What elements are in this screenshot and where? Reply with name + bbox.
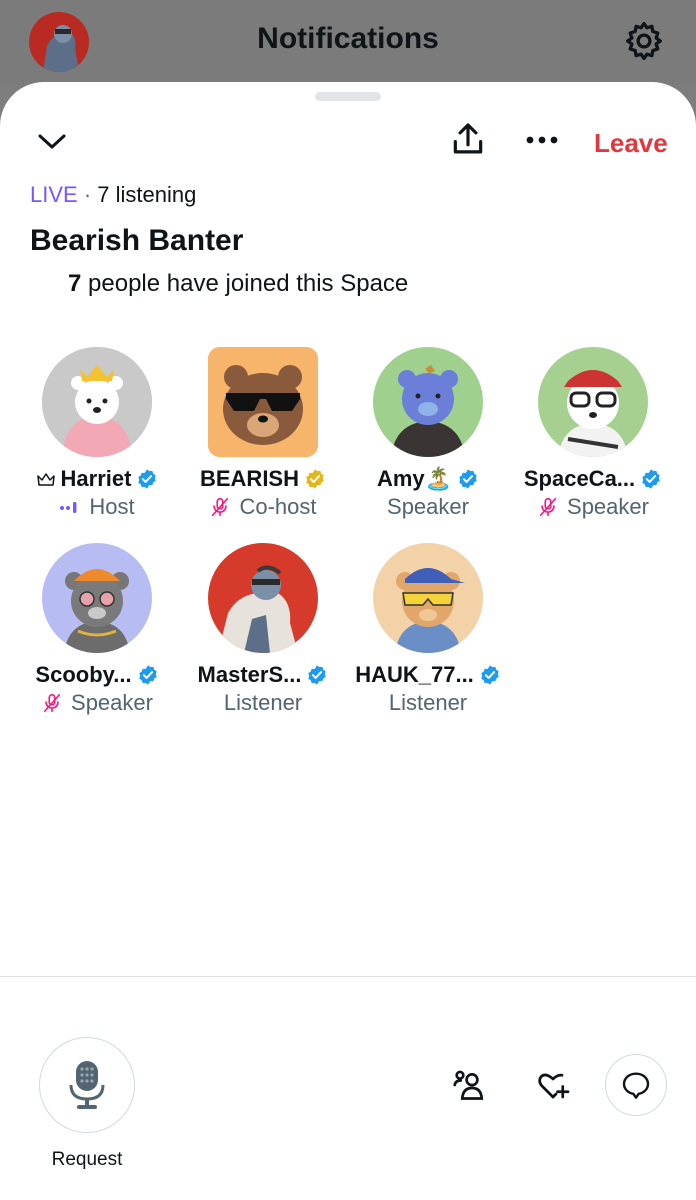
participant-name: Harriet [60, 466, 132, 491]
space-sheet: Leave LIVE · 7 listening Bearish Banter … [0, 82, 696, 1200]
microphone-icon [69, 1061, 105, 1109]
gear-icon[interactable] [622, 19, 666, 63]
live-status: LIVE · 7 listening [30, 182, 196, 208]
leave-button[interactable]: Leave [594, 128, 668, 159]
participant-role-row: Listener [345, 689, 511, 717]
speaking-icon [60, 502, 77, 513]
participant-role-row: Speaker [510, 493, 676, 521]
participant-role: Speaker [71, 690, 153, 715]
participant-name-row: Amy🏝️ [345, 465, 511, 493]
more-icon[interactable] [520, 126, 564, 154]
participant-role: Host [89, 494, 135, 519]
participant-role: Speaker [387, 494, 469, 519]
mic-muted-icon [212, 497, 229, 517]
participant-name: Amy🏝️ [376, 466, 453, 491]
participant-role-row: Speaker [345, 493, 511, 521]
top-bar: Notifications [0, 0, 696, 84]
participant-role-row: Co-host [180, 493, 346, 521]
divider [0, 976, 696, 977]
verified-badge-icon [459, 469, 477, 489]
joined-summary: 7 people have joined this Space [68, 270, 408, 298]
verified-badge-icon [481, 665, 499, 685]
avatar [42, 347, 152, 457]
heart-plus-icon[interactable] [530, 1062, 576, 1108]
verified-badge-icon [306, 469, 324, 489]
participant-scooby[interactable]: Scooby... Speaker [14, 543, 180, 717]
participant-harriet[interactable]: Harriet Host [14, 347, 180, 521]
participant-role: Speaker [567, 494, 649, 519]
participant-name: HAUK_77... [355, 662, 474, 687]
participant-amy[interactable]: Amy🏝️ Speaker [345, 347, 511, 521]
participant-role: Co-host [239, 494, 317, 519]
joined-count: 7 [68, 270, 82, 297]
chat-button[interactable] [605, 1054, 667, 1116]
request-mic-button[interactable] [39, 1037, 135, 1133]
avatar [373, 543, 483, 653]
joined-text: people have joined this Space [88, 270, 409, 297]
participant-name-row: MasterS... [180, 661, 346, 689]
participant-name-row: Harriet [14, 465, 180, 493]
drag-handle[interactable] [315, 92, 381, 101]
live-badge: LIVE [30, 182, 78, 207]
participant-name-row: SpaceCa... [510, 465, 676, 493]
avatar [538, 347, 648, 457]
people-icon[interactable] [446, 1062, 492, 1108]
crown-icon [36, 473, 55, 486]
share-icon[interactable] [446, 118, 490, 162]
participant-name-row: HAUK_77... [345, 661, 511, 689]
participant-role-row: Speaker [14, 689, 180, 717]
participant-name-row: BEARISH [180, 465, 346, 493]
participant-name: Scooby... [35, 662, 132, 687]
listening-count: 7 listening [97, 182, 197, 207]
verified-badge-icon [308, 665, 327, 685]
avatar [208, 543, 318, 653]
avatar [42, 543, 152, 653]
verified-badge-icon [138, 665, 157, 685]
participant-name: MasterS... [197, 662, 302, 687]
participant-bearish[interactable]: BEARISH Co-host [180, 347, 346, 521]
participant-name: BEARISH [199, 466, 299, 491]
participant-name: SpaceCa... [523, 466, 636, 491]
space-title: Bearish Banter [30, 224, 244, 257]
participant-role-row: Listener [180, 689, 346, 717]
participant-spacecadet[interactable]: SpaceCa... Speaker [510, 347, 676, 521]
avatar [208, 347, 318, 457]
mic-muted-icon [43, 693, 61, 713]
participant-role: Listener [223, 690, 303, 715]
separator: · [83, 182, 92, 207]
participant-name-row: Scooby... [14, 661, 180, 689]
request-label: Request [51, 1149, 123, 1170]
verified-badge-icon [138, 469, 157, 489]
participant-role-row: Host [14, 493, 180, 521]
participant-masters[interactable]: MasterS... Listener [180, 543, 346, 717]
page-title: Notifications [257, 22, 439, 55]
avatar [373, 347, 483, 457]
participant-role: Listener [388, 690, 468, 715]
chevron-down-icon[interactable] [34, 124, 70, 160]
participant-hauk[interactable]: HAUK_77... Listener [345, 543, 511, 717]
chat-bubble-icon [622, 1072, 650, 1099]
mic-muted-icon [539, 497, 557, 517]
verified-badge-icon [642, 469, 660, 489]
